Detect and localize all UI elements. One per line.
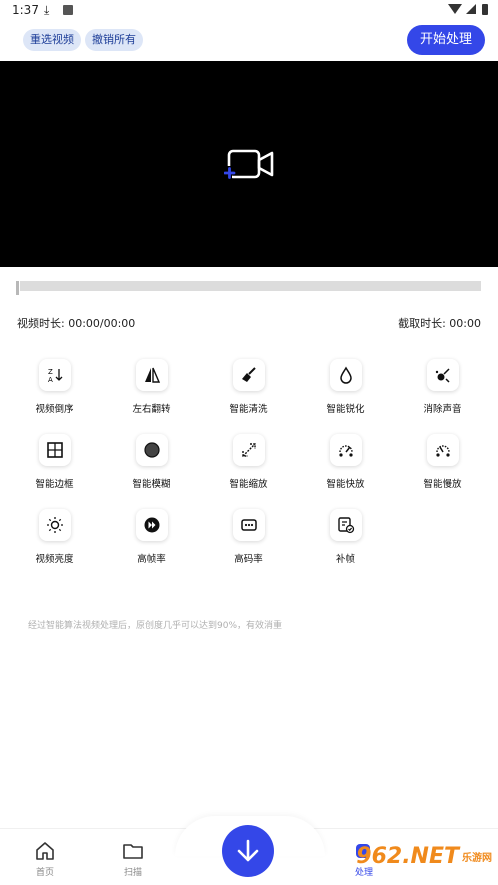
slow-speed-icon: [426, 434, 459, 466]
nav-scan[interactable]: 扫描: [103, 842, 163, 878]
tool-label: 高帧率: [137, 554, 166, 565]
nav-scan-label: 扫描: [123, 868, 142, 878]
tool-label: 智能模糊: [132, 479, 171, 490]
tool-brightness[interactable]: 视频亮度: [6, 509, 103, 565]
reselect-video-button[interactable]: 重选视频: [23, 29, 81, 51]
tool-blur[interactable]: 智能模糊: [103, 434, 200, 490]
tool-label: 补帧: [335, 554, 355, 565]
status-time: 1:37: [12, 3, 39, 17]
tool-label: 智能快放: [326, 479, 365, 490]
frame-fill-icon: [329, 509, 362, 541]
fast-speed-icon: [329, 434, 362, 466]
undo-all-button[interactable]: 撤销所有: [85, 29, 143, 51]
app-notification-icon: [63, 5, 73, 15]
battery-icon: [482, 4, 488, 15]
tool-high-fps[interactable]: 高帧率: [103, 509, 200, 565]
watermark-main: 962.NET: [356, 843, 459, 869]
tool-reverse[interactable]: ZA 视频倒序: [6, 359, 103, 415]
reverse-sort-icon: ZA: [38, 359, 71, 391]
tool-label: 视频亮度: [35, 554, 74, 565]
start-processing-button[interactable]: 开始处理: [407, 25, 485, 55]
mute-icon: [426, 359, 459, 391]
tool-bitrate[interactable]: 高码率: [200, 509, 297, 565]
hint-text: 经过智能算法视频处理后，原创度几乎可以达到90%，有效消重: [28, 621, 283, 631]
timeline-handle[interactable]: [16, 281, 19, 295]
arrow-down-icon: [237, 839, 259, 862]
download-fab-button[interactable]: [222, 825, 274, 877]
video-duration: 视频时长: 00:00/00:00: [17, 317, 136, 330]
watermark-sub: 乐游网: [462, 852, 492, 864]
svg-text:Z: Z: [48, 368, 53, 376]
drop-icon: [329, 359, 362, 391]
tool-zoom[interactable]: 智能缩放: [200, 434, 297, 490]
timeline-track[interactable]: [20, 281, 481, 291]
status-bar: 1:37 ⤓: [0, 0, 498, 22]
wifi-icon: [448, 4, 462, 14]
tool-fast[interactable]: 智能快放: [297, 434, 394, 490]
high-fps-icon: [135, 509, 168, 541]
download-icon: ⤓: [44, 3, 50, 17]
blur-icon: [135, 434, 168, 466]
home-icon: [36, 842, 54, 860]
tool-frame-fill[interactable]: 补帧: [297, 509, 394, 565]
brightness-icon: [38, 509, 71, 541]
nav-home[interactable]: 首页: [15, 842, 75, 878]
tool-label: 智能边框: [35, 479, 74, 490]
tool-label: 智能慢放: [423, 479, 462, 490]
folder-icon: [123, 844, 143, 859]
tool-mute[interactable]: 消除声音: [394, 359, 491, 415]
flip-horizontal-icon: [135, 359, 168, 391]
tool-label: 左右翻转: [132, 404, 171, 415]
clip-duration: 截取时长: 00:00: [398, 317, 481, 330]
tool-label: 消除声音: [423, 404, 462, 415]
tool-label: 高码率: [234, 554, 263, 565]
tool-label: 智能缩放: [229, 479, 268, 490]
zoom-icon: [232, 434, 265, 466]
border-icon: [38, 434, 71, 466]
tool-sharpen[interactable]: 智能锐化: [297, 359, 394, 415]
add-video-icon[interactable]: [224, 148, 276, 180]
tool-clean[interactable]: 智能清洗: [200, 359, 297, 415]
broom-icon: [232, 359, 265, 391]
bitrate-icon: [232, 509, 265, 541]
signal-icon: [466, 4, 476, 14]
tool-border[interactable]: 智能边框: [6, 434, 103, 490]
tool-label: 智能锐化: [326, 404, 365, 415]
nav-home-label: 首页: [35, 868, 54, 878]
svg-text:A: A: [48, 376, 53, 384]
tool-flip[interactable]: 左右翻转: [103, 359, 200, 415]
tool-label: 智能清洗: [229, 404, 268, 415]
tool-slow[interactable]: 智能慢放: [394, 434, 491, 490]
site-watermark: 962.NET 乐游网: [356, 838, 492, 874]
tool-label: 视频倒序: [35, 404, 74, 415]
